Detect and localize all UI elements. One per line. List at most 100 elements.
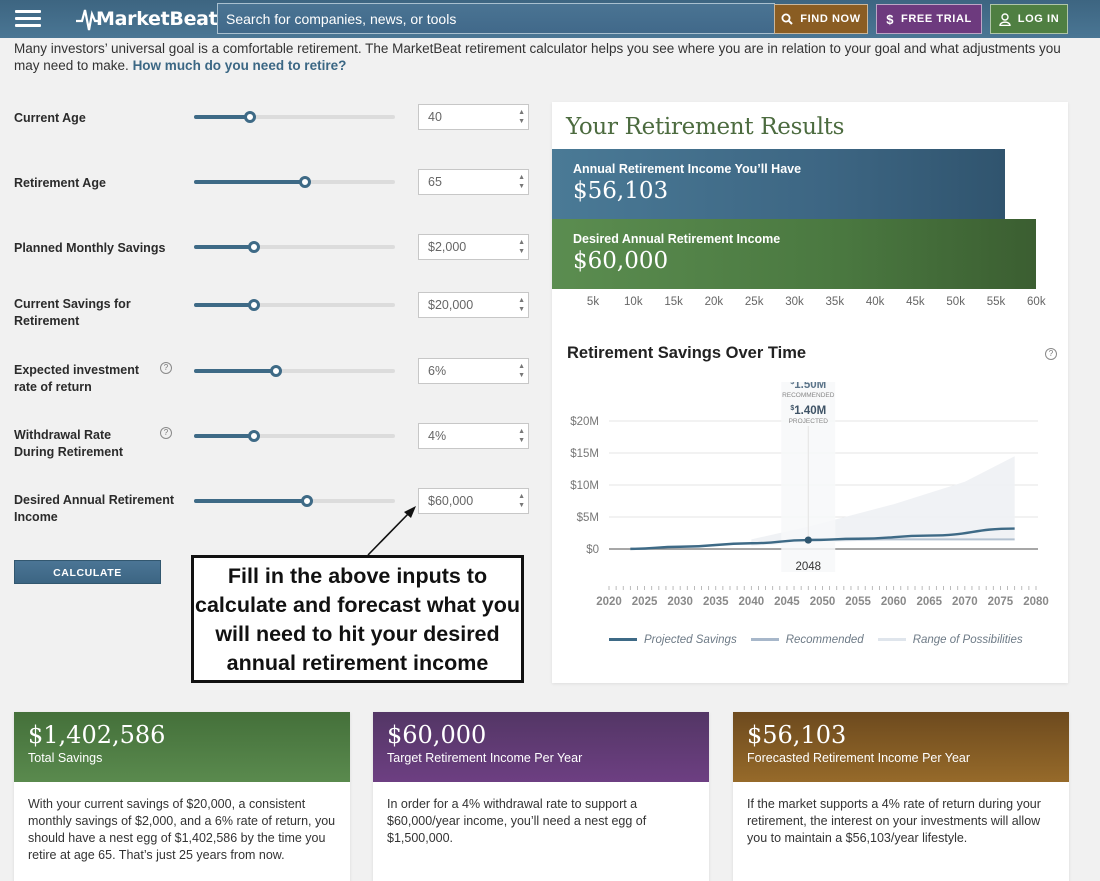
input-field[interactable]: $60,000 ▲ ▼ [418,488,529,514]
slider-fill [194,303,255,307]
input-slider[interactable] [194,495,395,507]
input-value: $60,000 [428,494,474,508]
input-slider[interactable] [194,111,395,123]
input-label: Planned Monthly Savings [14,241,166,255]
legend-label: Recommended [785,634,864,646]
target-income-card: $60,000 Target Retirement Income Per Year… [373,712,709,881]
legend-swatch [750,638,779,642]
x-tick-label: 2030 [667,596,693,608]
income-desired-bar: Desired Annual Retirement Income $60,000 [552,219,1036,289]
input-slider[interactable] [194,176,395,188]
spinner-icon[interactable]: ▲ ▼ [518,108,525,126]
card-header: $56,103 Forecasted Retirement Income Per … [733,712,1069,782]
search-input[interactable]: Search for companies, news, or tools [217,3,775,34]
input-row: Retirement Age 65 ▲ ▼ [14,169,534,215]
help-icon[interactable]: ? [160,362,172,374]
income-axis-tick: 10k [624,296,643,308]
slider-handle[interactable] [248,299,261,311]
free-trial-button[interactable]: $ FREE TRIAL [876,4,982,34]
tooltip-recommended-value: $1.50M [790,382,826,391]
income-axis-tick: 45k [906,296,925,308]
input-label: Current Age [14,111,86,125]
legend-recommended[interactable]: Recommended [750,634,864,646]
tooltip-recommended-label: RECOMMENDED [782,392,835,399]
logo-text: MarketBeat [96,8,218,30]
marketbeat-logo[interactable]: MarketBeat [76,6,218,32]
card-value: $1,402,586 [28,721,166,749]
legend-range[interactable]: Range of Possibilities [877,634,1023,646]
x-tick-label: 2080 [1023,596,1049,608]
input-slider[interactable] [194,365,395,377]
spinner-icon[interactable]: ▲ ▼ [518,296,525,314]
slider-handle[interactable] [270,365,283,377]
spinner-icon[interactable]: ▲ ▼ [518,492,525,510]
input-field[interactable]: 6% ▲ ▼ [418,358,529,384]
savings-chart-title: Retirement Savings Over Time [567,344,807,362]
instruction-callout: Fill in the above inputs to calculate an… [191,555,524,683]
input-slider[interactable] [194,299,395,311]
income-desired-label: Desired Annual Retirement Income [573,232,781,246]
user-icon [999,12,1011,26]
card-header: $60,000 Target Retirement Income Per Year [373,712,709,782]
input-field[interactable]: 4% ▲ ▼ [418,423,529,449]
spinner-icon[interactable]: ▲ ▼ [518,238,525,256]
input-label: Retirement Age [14,176,106,190]
calculate-button[interactable]: CALCULATE [14,560,161,584]
input-row: Desired Annual Retirement Income $60,000… [14,488,534,532]
x-tick-label: 2070 [952,596,978,608]
menu-icon[interactable] [15,10,41,29]
card-description: With your current savings of $20,000, a … [28,797,336,862]
input-field[interactable]: 65 ▲ ▼ [418,169,529,195]
input-label: Current Savings for Retirement [14,297,131,328]
card-label: Total Savings [28,751,103,765]
income-desired-value: $60,000 [573,248,669,274]
x-tick-label: 2075 [988,596,1014,608]
income-axis-tick: 20k [704,296,724,308]
spinner-icon[interactable]: ▲ ▼ [518,427,525,445]
input-field[interactable]: 40 ▲ ▼ [418,104,529,130]
income-axis-tick: 15k [664,296,683,308]
slider-handle[interactable] [248,241,261,253]
top-navigation-bar: MarketBeat Search for companies, news, o… [0,0,1100,38]
slider-handle[interactable] [300,495,313,507]
input-row: Expected investment rate of return ? 6% ▲… [14,358,534,402]
income-have-bar: Annual Retirement Income You’ll Have $56… [552,149,1005,219]
input-slider[interactable] [194,430,395,442]
legend-projected[interactable]: Projected Savings [609,634,737,646]
slider-handle[interactable] [248,430,261,442]
card-label: Target Retirement Income Per Year [387,751,583,765]
spinner-icon[interactable]: ▲ ▼ [518,362,525,380]
slider-handle[interactable] [244,111,257,123]
results-card: Your Retirement Results Annual Retiremen… [552,102,1068,683]
slider-handle[interactable] [298,176,311,188]
income-axis-tick: 30k [785,296,804,308]
input-value: $20,000 [428,298,474,312]
input-row: Planned Monthly Savings $2,000 ▲ ▼ [14,234,534,280]
slider-fill [194,245,255,249]
input-label: Desired Annual Retirement Income [14,493,174,524]
free-trial-label: FREE TRIAL [901,13,972,25]
income-axis: 5k 10k 15k 20k 25k 30k 35k 40k 45k 50k 55k 60k [552,296,1068,310]
log-in-button[interactable]: LOG IN [990,4,1068,34]
income-axis-tick: 35k [825,296,845,308]
income-have-label: Annual Retirement Income You’ll Have [573,162,802,176]
savings-chart[interactable]: $0 $5M $10M $15M $20M $1.50MRECOMMENDED $1.40M… [552,382,1068,622]
help-icon[interactable]: ? [160,427,172,439]
log-in-label: LOG IN [1017,13,1060,25]
x-tick-label: 2055 [845,596,871,608]
input-slider[interactable] [194,241,395,253]
income-axis-tick: 50k [946,296,965,308]
how-much-to-retire-link[interactable]: How much do you need to retire? [133,58,347,73]
search-placeholder: Search for companies, news, or tools [226,11,457,27]
input-field[interactable]: $20,000 ▲ ▼ [418,292,529,318]
find-now-button[interactable]: FIND NOW [774,4,868,34]
y-tick-label: $5M [577,512,599,524]
input-field[interactable]: $2,000 ▲ ▼ [418,234,529,260]
help-icon[interactable]: ? [1045,348,1057,360]
slider-fill [194,434,255,438]
card-header: $1,402,586 Total Savings [14,712,350,782]
input-label: Expected investment rate of return [14,363,140,394]
slider-fill [194,499,307,503]
spinner-icon[interactable]: ▲ ▼ [518,173,525,191]
input-value: $2,000 [428,240,467,254]
